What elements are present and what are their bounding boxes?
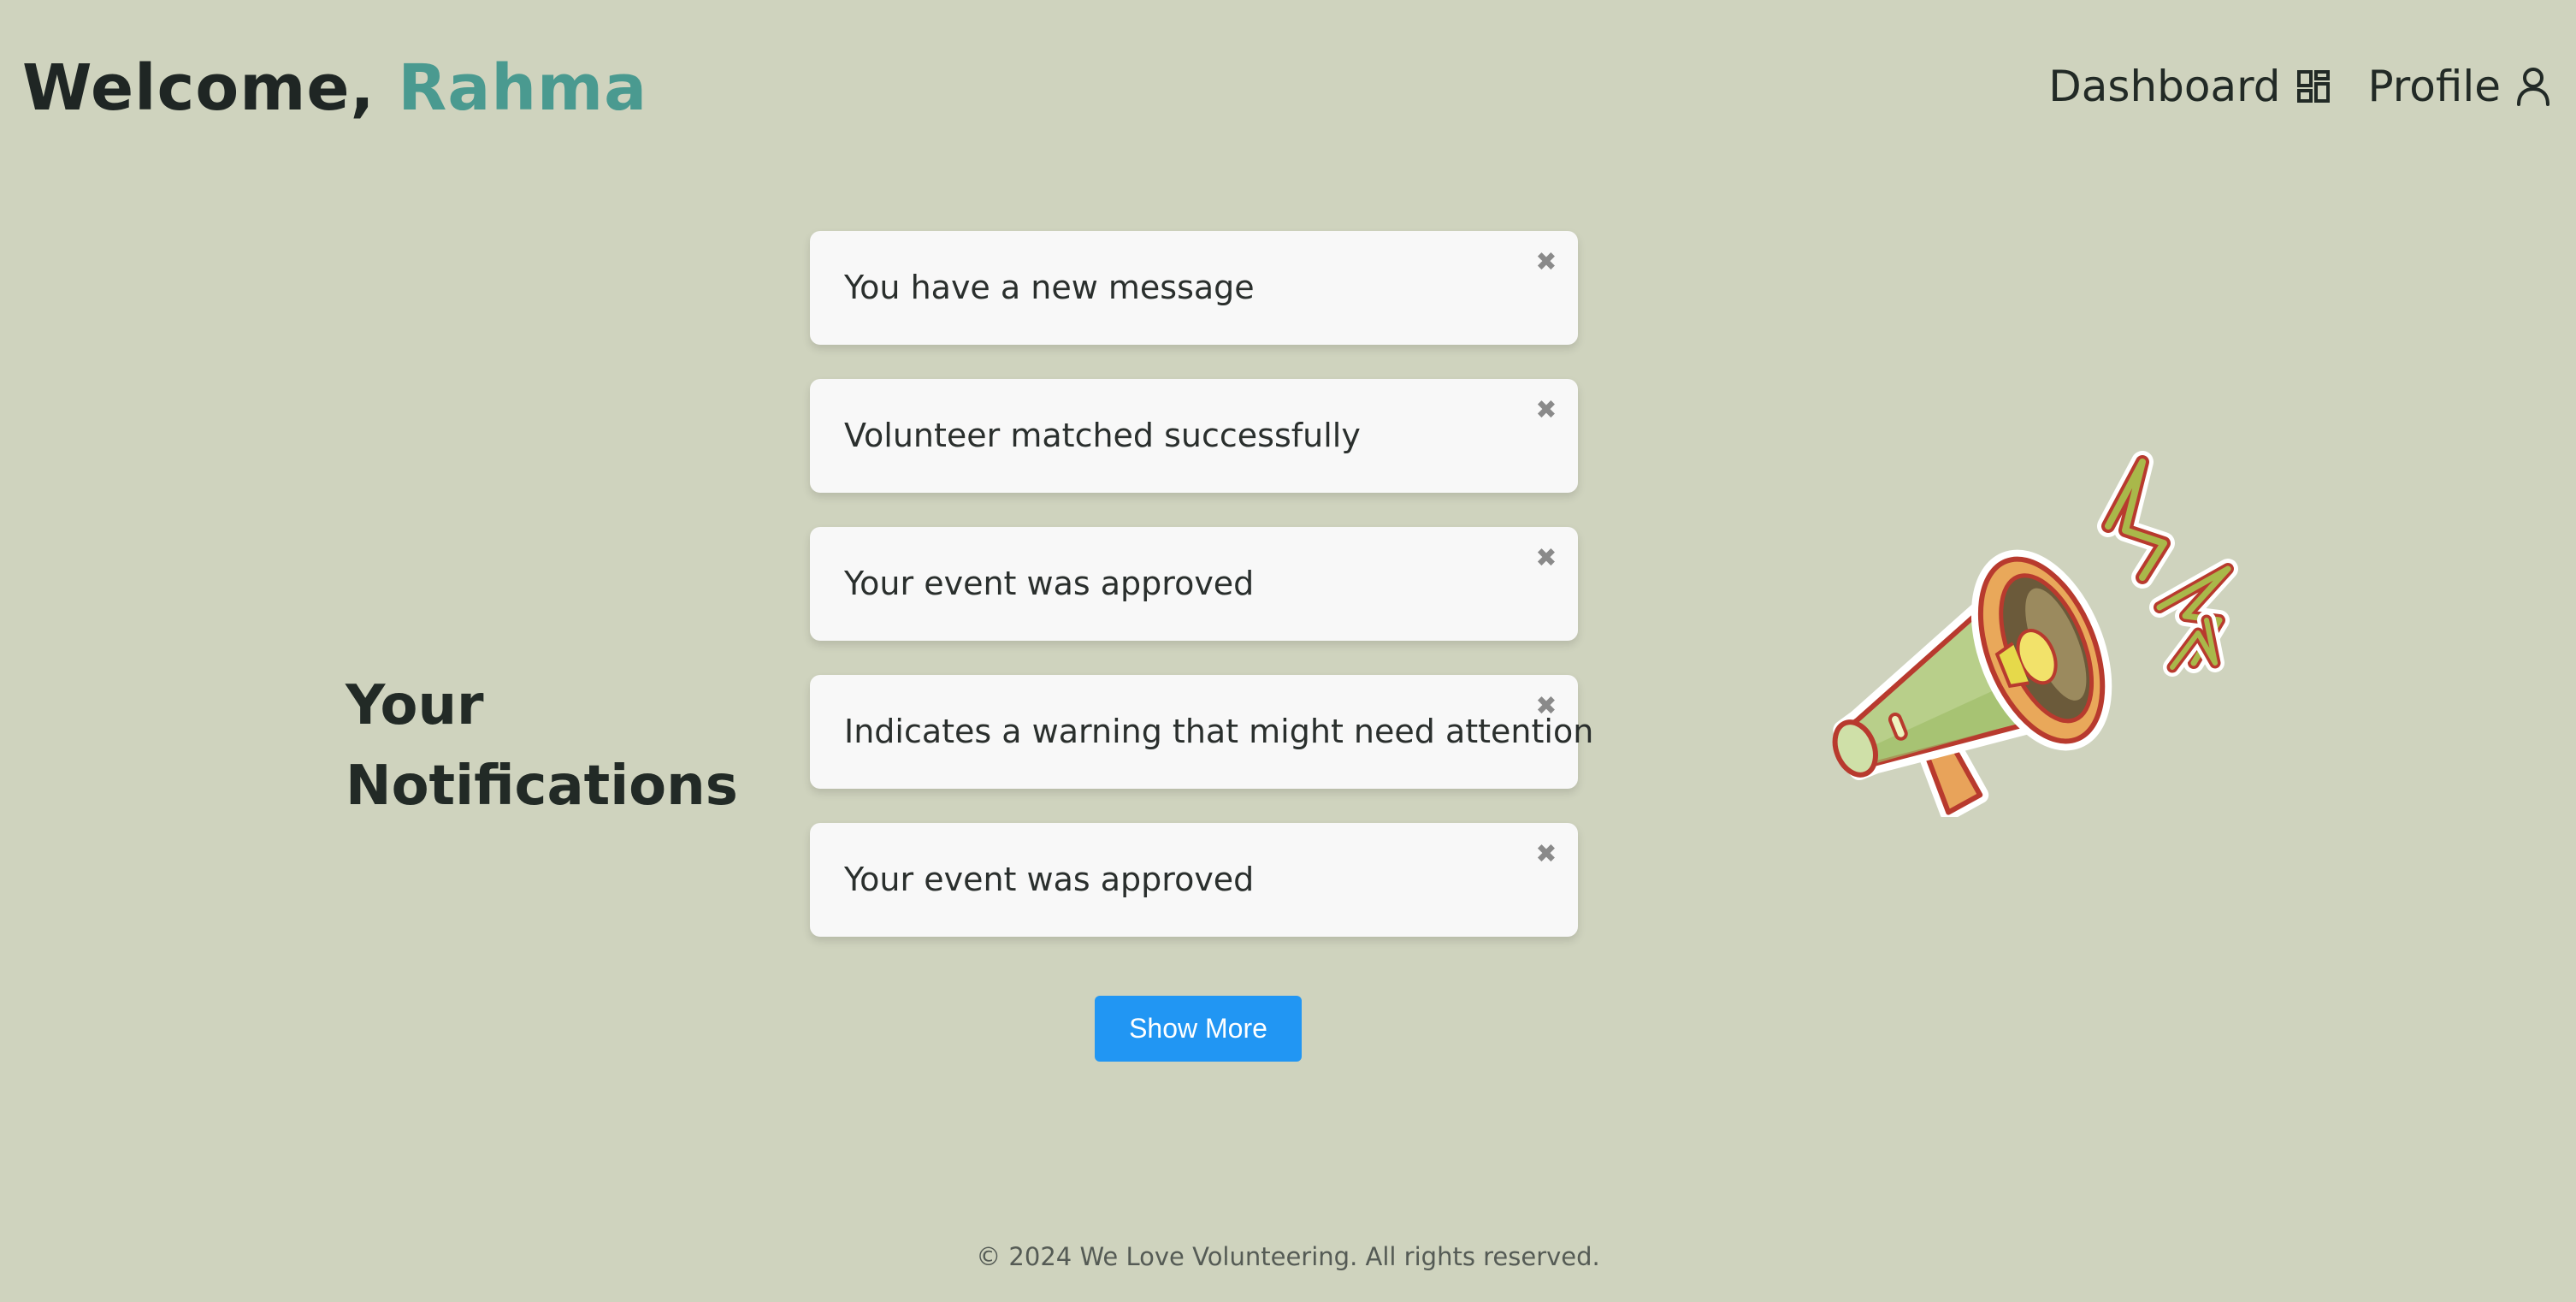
welcome-prefix: Welcome, [22, 51, 375, 125]
show-more-button[interactable]: Show More [1095, 996, 1302, 1062]
page-footer: © 2024 We Love Volunteering. All rights … [0, 1242, 2576, 1271]
heading-line-2: Notifications [346, 755, 738, 818]
top-nav: Dashboard Profile [2048, 62, 2550, 111]
notification-text: You have a new message [844, 269, 1255, 306]
user-icon [2516, 67, 2550, 106]
notification-list: You have a new message ✖ Volunteer match… [810, 231, 1593, 937]
page-header: Welcome, Rahma Dashboard Profile [0, 0, 2576, 188]
notification-text: Indicates a warning that might need atte… [844, 713, 1594, 750]
notification-card: Volunteer matched successfully ✖ [810, 379, 1578, 493]
copyright-text: © 2024 We Love Volunteering. All rights … [976, 1242, 1600, 1271]
close-icon[interactable]: ✖ [1533, 694, 1559, 719]
close-icon[interactable]: ✖ [1533, 398, 1559, 423]
nav-dashboard-label: Dashboard [2048, 62, 2281, 111]
notification-card: Indicates a warning that might need atte… [810, 675, 1593, 789]
user-name: Rahma [398, 51, 648, 125]
nav-profile-link[interactable]: Profile [2368, 62, 2550, 111]
notification-text: Volunteer matched successfully [844, 417, 1361, 454]
close-icon[interactable]: ✖ [1533, 842, 1559, 867]
heading-line-1: Your [346, 674, 484, 737]
notifications-heading: Your Notifications [346, 666, 739, 826]
close-icon[interactable]: ✖ [1533, 546, 1559, 571]
notification-card: You have a new message ✖ [810, 231, 1578, 345]
notification-card: Your event was approved ✖ [810, 823, 1578, 937]
nav-dashboard-link[interactable]: Dashboard [2048, 62, 2330, 111]
close-icon[interactable]: ✖ [1533, 250, 1559, 275]
notification-text: Your event was approved [844, 861, 1255, 898]
notification-text: Your event was approved [844, 565, 1255, 602]
megaphone-icon [1796, 449, 2241, 821]
nav-profile-label: Profile [2367, 62, 2501, 111]
notification-card: Your event was approved ✖ [810, 527, 1578, 641]
welcome-title: Welcome, Rahma [22, 51, 647, 125]
dashboard-grid-icon [2296, 69, 2331, 104]
